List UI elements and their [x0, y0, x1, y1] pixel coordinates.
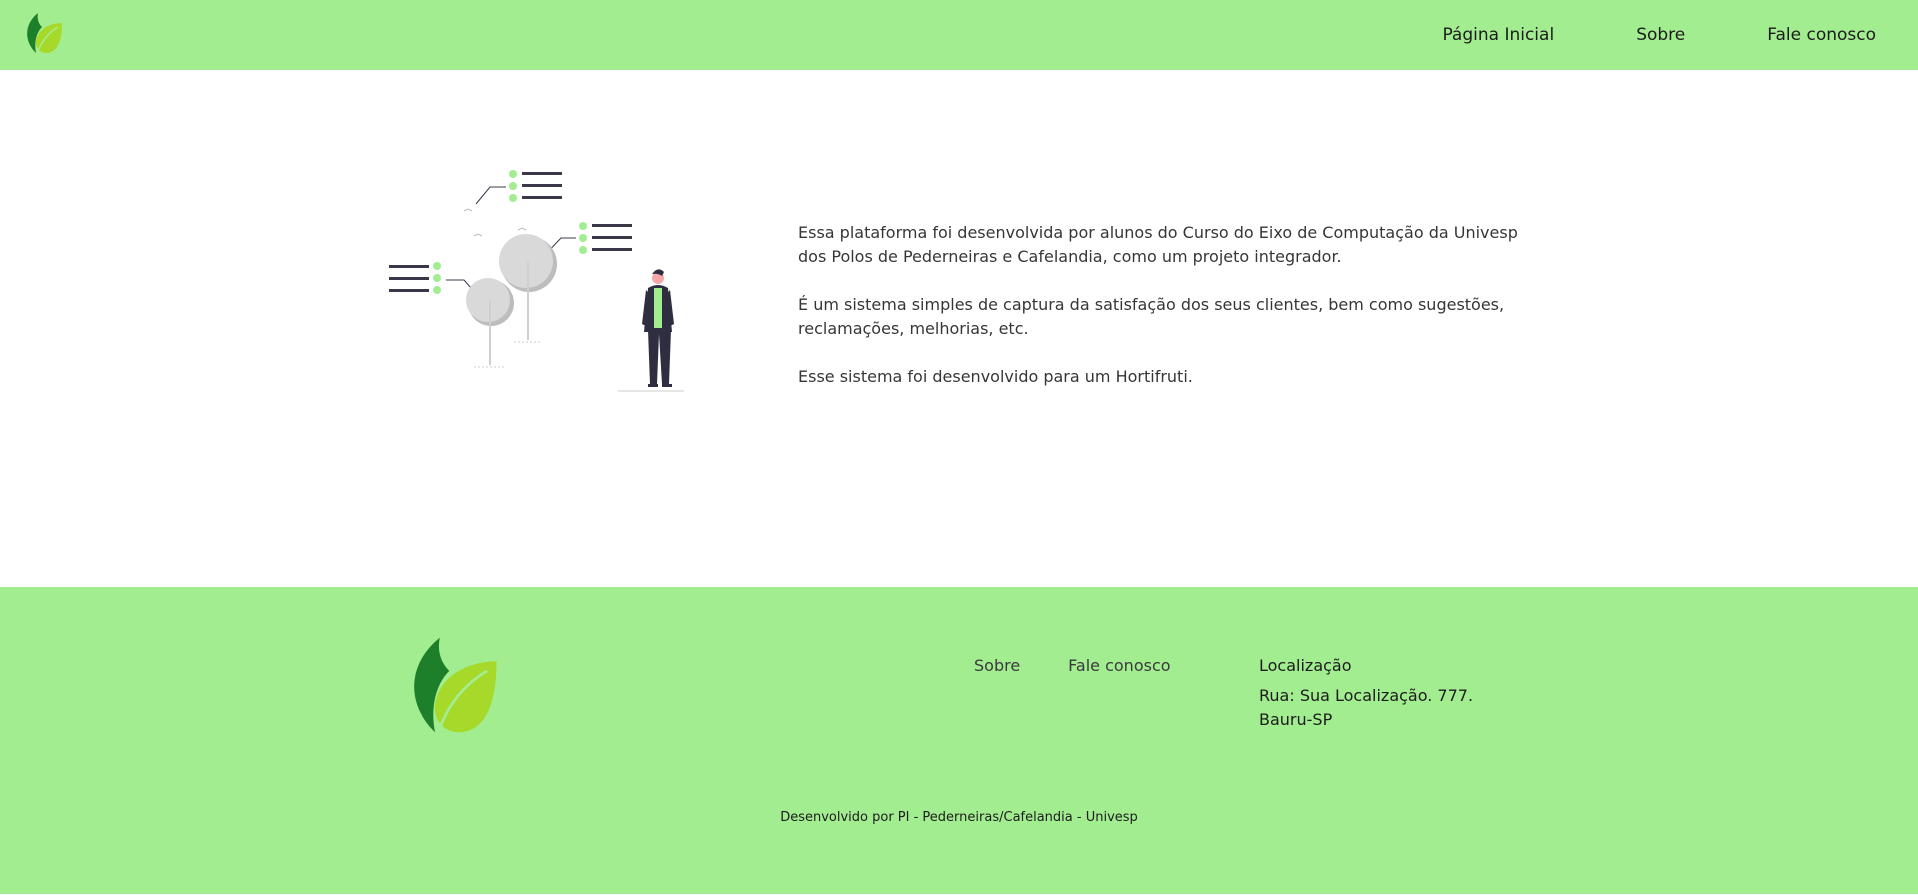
list-icon-top	[475, 170, 562, 205]
hero-illustration	[389, 170, 684, 392]
about-paragraph: É um sistema simples de captura da satis…	[798, 295, 1505, 338]
about-paragraph: Essa plataforma foi desenvolvida por alu…	[798, 223, 1518, 266]
location-block: Localização Rua: Sua Localização. 777. B…	[1259, 654, 1473, 732]
main-nav: Página Inicial Sobre Fale conosco	[1360, 0, 1876, 70]
leaf-logo-icon[interactable]	[24, 11, 64, 55]
about-paragraph: Esse sistema foi desenvolvido para um Ho…	[798, 367, 1193, 386]
location-title: Localização	[1259, 656, 1352, 675]
footer-about-link[interactable]: Sobre	[974, 656, 1020, 675]
top-navbar: Página Inicial Sobre Fale conosco	[0, 0, 1918, 70]
footer: Sobre Fale conosco Localização Rua: Sua …	[0, 587, 1918, 894]
footer-links: Sobre Fale conosco	[974, 656, 1219, 675]
address-line: Rua: Sua Localização. 777.	[1259, 686, 1474, 705]
address-city: Bauru-SP	[1259, 710, 1333, 729]
credits-text: Desenvolvido por PI - Pederneiras/Cafela…	[780, 810, 1138, 825]
nav-contact-link[interactable]: Fale conosco	[1767, 25, 1876, 45]
footer-contact-link[interactable]: Fale conosco	[1068, 656, 1170, 675]
tree-small	[466, 278, 514, 368]
about-text: Essa plataforma foi desenvolvida por alu…	[798, 221, 1518, 413]
nav-home-link[interactable]: Página Inicial	[1442, 25, 1554, 45]
person-figure	[618, 269, 684, 392]
leaf-logo-icon[interactable]	[406, 633, 502, 737]
list-icon-right	[541, 222, 632, 259]
list-icon-left	[389, 262, 481, 299]
nav-about-link[interactable]: Sobre	[1636, 25, 1685, 45]
